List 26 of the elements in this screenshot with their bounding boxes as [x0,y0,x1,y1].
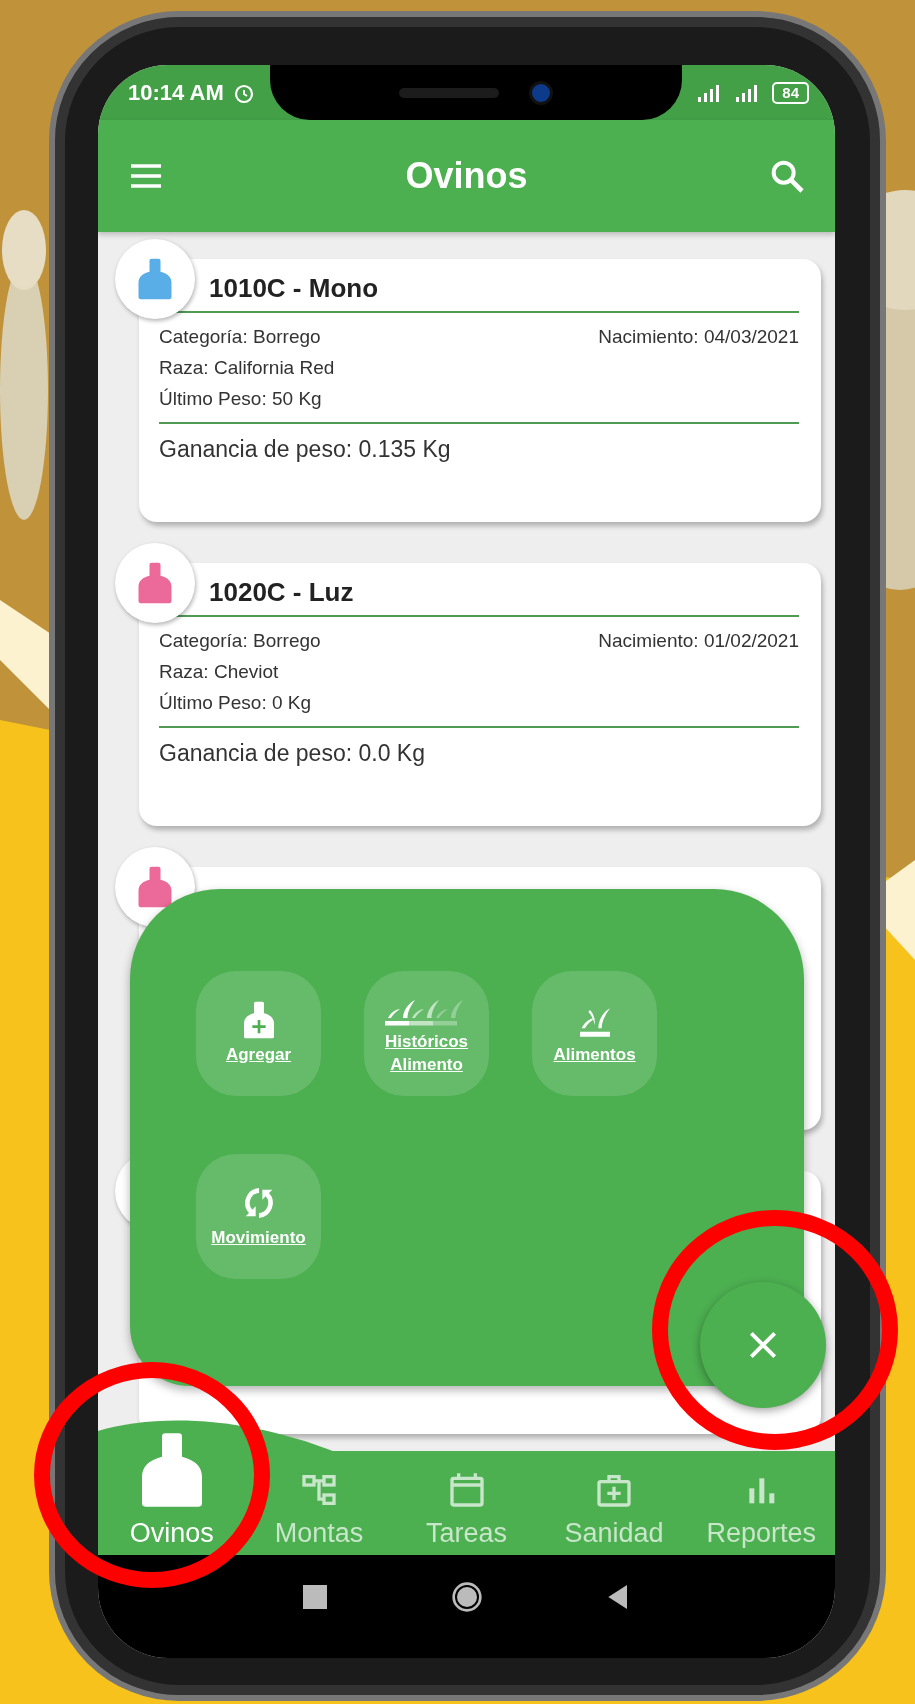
menu-action-button[interactable]: Alimentos [532,971,657,1096]
weight-text: Último Peso: 50 Kg [159,387,322,410]
birth-date-text: Nacimiento: 01/02/2021 [598,629,799,652]
menu-action-button[interactable]: Agregar [196,971,321,1096]
weight-gain-text: Ganancia de peso: 0.0 Kg [159,740,426,767]
status-time: 10:14 AM [128,79,224,106]
animal-name: 1010C - Mono [209,273,380,305]
birth-date-text: Nacimiento: 04/03/2021 [598,325,799,348]
nav-tab[interactable]: Sanidad [540,1470,688,1549]
menu-action-button[interactable]: Movimiento [196,1154,321,1279]
category-text: Categoría: Borrego [159,325,321,348]
home-icon[interactable] [450,1580,483,1613]
nav-tab[interactable]: Tareas [392,1470,541,1549]
animal-card[interactable]: 1020C - Luz Categoría: Borrego Nacimiento: 01/02/2021 Raza: Cheviot Último Peso: 0 Kg Ganancia de peso: 0.0 Kg [139,563,821,826]
battery-level: 84 [772,81,809,104]
animal-name: 1020C - Luz [209,577,355,609]
breed-text: Raza: California Red [159,356,335,379]
screen-title: Ovinos [405,155,528,197]
category-text: Categoría: Borrego [159,629,321,652]
menu-action-button[interactable]: Históricos Alimento [364,971,489,1096]
breed-text: Raza: Cheviot [159,660,279,683]
weight-gain-text: Ganancia de peso: 0.135 Kg [159,436,452,463]
nav-tab[interactable]: Montas [245,1470,393,1549]
weight-text: Último Peso: 0 Kg [159,691,312,714]
animal-card[interactable]: 1010C - Mono Categoría: Borrego Nacimiento: 04/03/2021 Raza: California Red Último Peso: 50 Kg Ganancia de peso: 0.135 Kg [139,259,821,522]
nav-tab[interactable]: Reportes [687,1470,835,1549]
